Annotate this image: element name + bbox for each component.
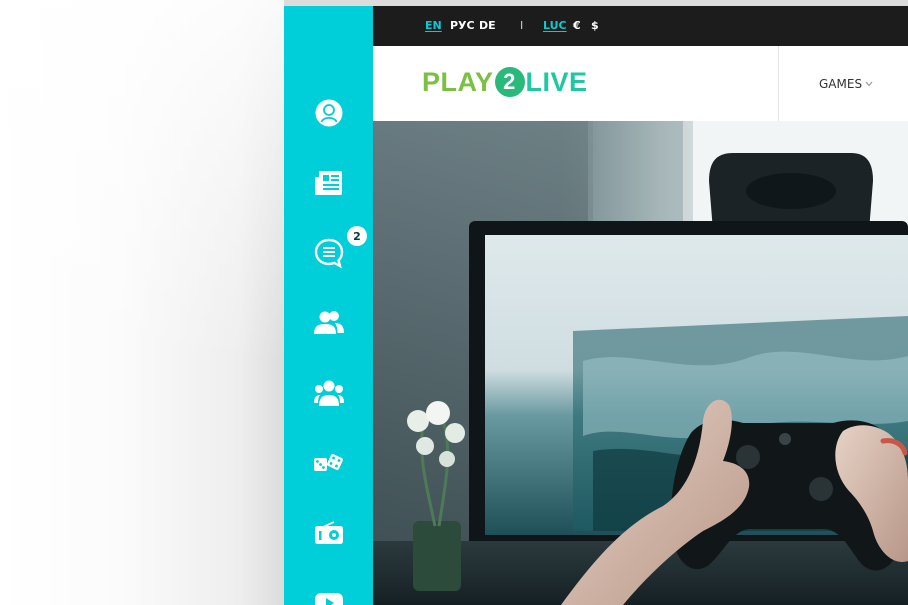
- video-icon: [314, 593, 343, 605]
- logo-text-live: LIVE: [525, 66, 588, 97]
- groups-icon: [313, 380, 344, 406]
- messages-count-badge: 2: [347, 226, 367, 246]
- sidebar: 2: [284, 6, 373, 605]
- site-header: PLAY 2 LIVE GAMES: [373, 46, 908, 121]
- hero-photo-gamer-controller: [373, 121, 908, 605]
- logo-text-play: PLAY: [422, 66, 494, 97]
- currency-euro[interactable]: €: [573, 19, 581, 32]
- games-menu[interactable]: GAMES: [819, 77, 873, 91]
- sidebar-item-radio[interactable]: [284, 508, 373, 558]
- language-en[interactable]: EN: [425, 19, 442, 32]
- radio-icon: [314, 521, 343, 544]
- hero-banner: [373, 121, 908, 605]
- sidebar-item-friends[interactable]: [284, 298, 373, 348]
- sidebar-item-groups[interactable]: [284, 368, 373, 418]
- friends-icon: [313, 311, 344, 334]
- play2live-logo[interactable]: PLAY 2 LIVE: [422, 66, 588, 98]
- news-icon: [314, 171, 342, 195]
- sidebar-item-profile[interactable]: [284, 88, 373, 138]
- language-de[interactable]: DE: [479, 19, 496, 32]
- topbar-separator: I: [520, 19, 524, 32]
- chat-icon: [314, 238, 343, 269]
- page-background-fade: [0, 0, 284, 605]
- currency-dollar[interactable]: $: [591, 19, 599, 32]
- chevron-down-icon: [865, 81, 873, 86]
- logo-digit-circle: 2: [494, 67, 525, 97]
- language-ru[interactable]: РУС: [450, 19, 475, 32]
- currency-luc[interactable]: LUC: [543, 19, 567, 32]
- sidebar-item-news[interactable]: [284, 158, 373, 208]
- sidebar-item-video[interactable]: [284, 578, 373, 605]
- games-menu-label: GAMES: [819, 77, 863, 91]
- sidebar-item-messages[interactable]: 2: [284, 226, 373, 278]
- header-divider: [778, 46, 779, 121]
- games-dice-icon: [313, 454, 343, 471]
- sidebar-item-games[interactable]: [284, 438, 373, 488]
- profile-icon: [315, 99, 342, 127]
- top-bar: EN РУС DE I LUC € $: [373, 6, 908, 46]
